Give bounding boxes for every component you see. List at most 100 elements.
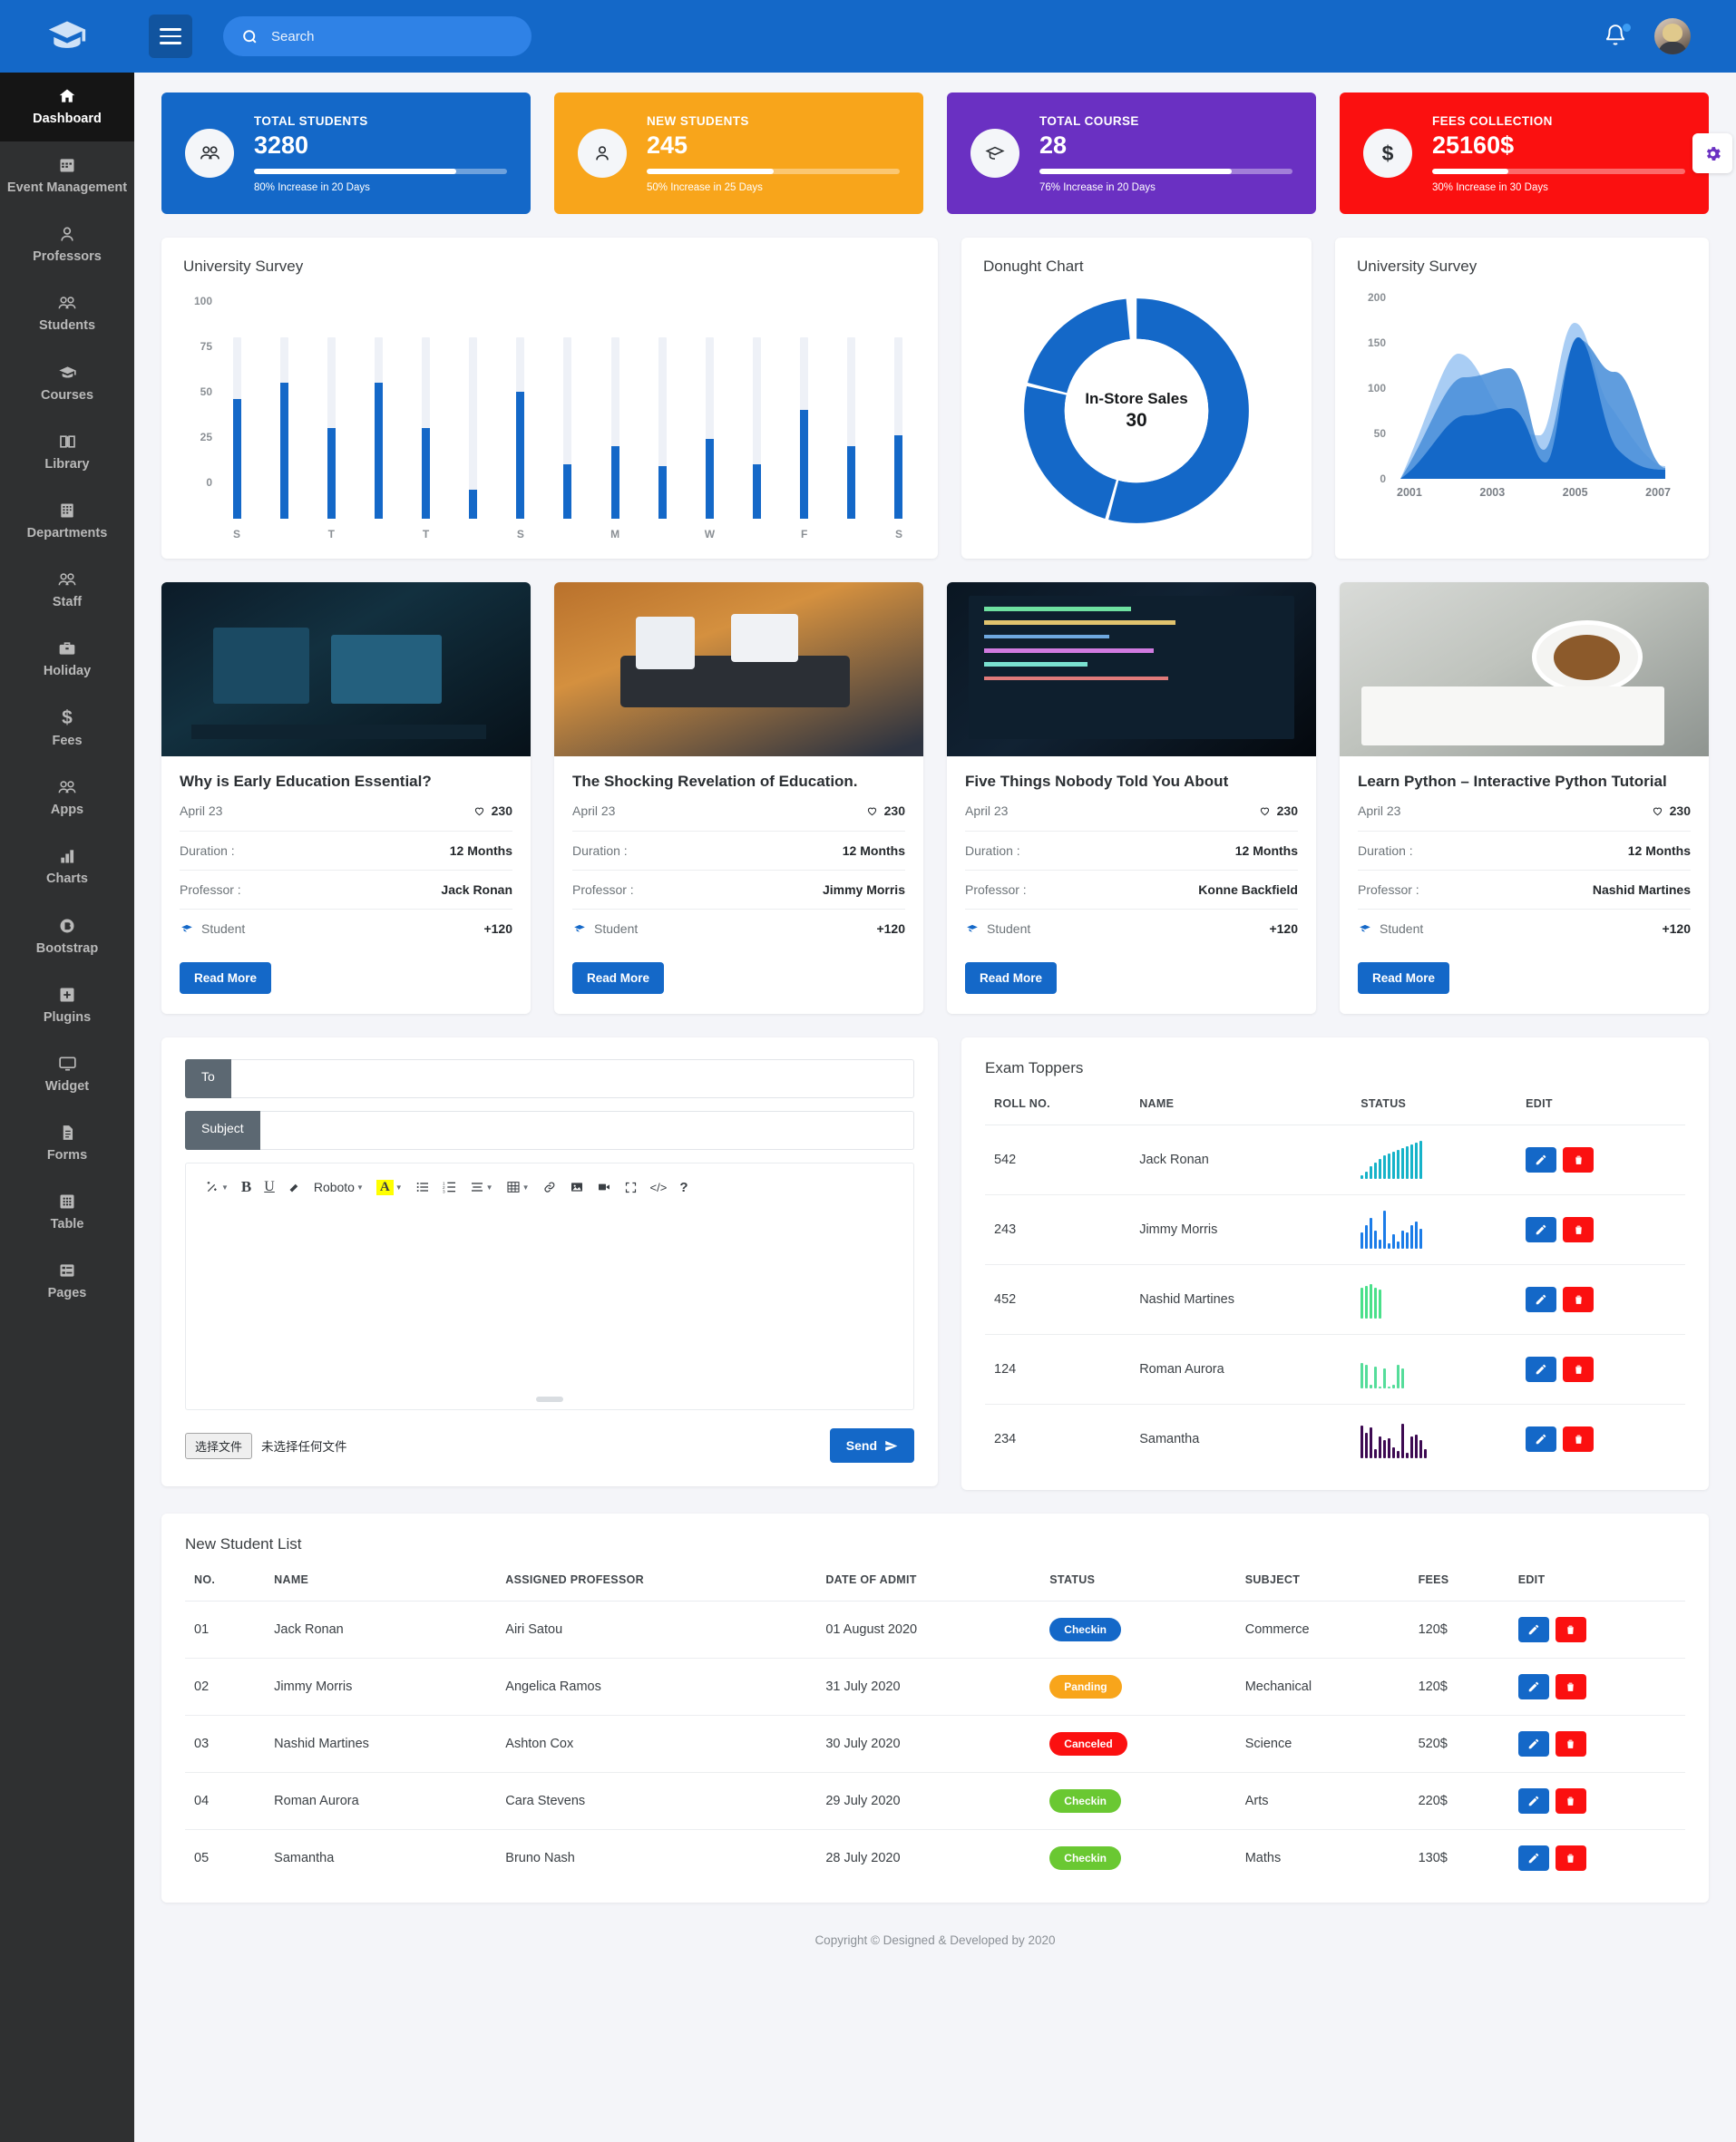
bar-column[interactable] [697,337,721,519]
sidebar-item-departments[interactable]: Departments [0,487,134,556]
student-count: +120 [1662,921,1691,936]
bar-column[interactable] [887,337,911,519]
edit-button[interactable] [1517,1788,1549,1814]
bold-icon[interactable]: B [237,1175,256,1199]
edit-button[interactable] [1526,1147,1557,1173]
delete-button[interactable] [1563,1357,1595,1382]
send-button[interactable]: Send [829,1428,914,1463]
sidebar-item-professors[interactable]: Professors [0,210,134,279]
bar-column[interactable] [840,337,863,519]
edit-button[interactable] [1526,1357,1557,1382]
link-icon[interactable] [538,1177,561,1197]
editor-content[interactable] [186,1211,913,1397]
code-icon[interactable]: </> [646,1178,672,1197]
course-duration-row: Duration : 12 Months [572,831,905,870]
bar-column[interactable] [366,337,390,519]
bar-column[interactable] [603,337,627,519]
delete-button[interactable] [1563,1217,1595,1242]
to-input[interactable] [230,1059,914,1098]
edit-button[interactable] [1526,1287,1557,1312]
read-more-button[interactable]: Read More [965,962,1058,994]
bar-column[interactable] [650,337,674,519]
new-student-list-card: New Student List NO. NAME ASSIGNED PROFESS… [161,1514,1709,1903]
fullscreen-icon[interactable] [619,1178,642,1197]
subject-input[interactable] [259,1111,914,1150]
ordered-list-icon[interactable]: 123 [438,1177,462,1197]
edit-button[interactable] [1517,1731,1549,1757]
edit-button[interactable] [1517,1845,1549,1871]
text-color-icon[interactable]: A ▼ [372,1177,407,1198]
brand-logo[interactable] [0,0,134,73]
read-more-button[interactable]: Read More [180,962,272,994]
bar-column[interactable] [509,337,532,519]
sidebar-item-plugins[interactable]: Plugins [0,971,134,1040]
delete-button[interactable] [1555,1788,1586,1814]
help-icon[interactable]: ? [675,1177,692,1198]
bar-column[interactable] [272,337,296,519]
settings-button[interactable] [1692,133,1732,173]
sidebar-item-charts[interactable]: Charts [0,832,134,901]
editor-resize-handle[interactable] [536,1397,563,1402]
sidebar-item-staff[interactable]: Staff [0,556,134,625]
notifications-button[interactable] [1604,23,1631,50]
sidebar-item-event-management[interactable]: Event Management [0,141,134,210]
bar-column[interactable] [793,337,816,519]
sidebar-item-holiday[interactable]: Holiday [0,625,134,694]
font-family-icon[interactable]: Roboto ▼ [309,1177,368,1197]
bar-column[interactable] [746,337,769,519]
sidebar-item-courses[interactable]: Courses [0,349,134,418]
like-count[interactable]: 230 [1258,803,1298,818]
sidebar-item-forms[interactable]: Forms [0,1109,134,1178]
bar-column[interactable] [319,337,343,519]
sidebar-item-students[interactable]: Students [0,279,134,348]
like-count[interactable]: 230 [865,803,905,818]
sidebar-item-bootstrap[interactable]: Bootstrap [0,902,134,971]
bar-column[interactable] [225,337,249,519]
sidebar-item-label: Pages [47,1286,87,1301]
search-input[interactable]: Search [223,16,532,56]
sidebar-item-widget[interactable]: Widget [0,1040,134,1109]
bar-chart-y-axis: 0 25 50 75 100 [183,295,219,519]
eraser-icon[interactable] [283,1178,306,1197]
unordered-list-icon[interactable] [411,1177,434,1197]
chevron-down-icon: ▼ [522,1183,530,1192]
read-more-button[interactable]: Read More [572,962,665,994]
bar-column[interactable] [462,337,485,519]
menu-toggle-button[interactable] [149,15,192,58]
video-icon[interactable] [592,1177,616,1197]
delete-button[interactable] [1563,1426,1595,1452]
sidebar-item-pages[interactable]: Pages [0,1247,134,1316]
delete-button[interactable] [1563,1287,1595,1312]
sidebar-item-fees[interactable]: $ Fees [0,694,134,764]
bar-chart-tick: 75 [200,340,212,353]
edit-button[interactable] [1526,1217,1557,1242]
choose-file-button[interactable]: 选择文件 [185,1432,253,1459]
like-count[interactable]: 230 [1651,803,1691,818]
table-icon[interactable]: ▼ [502,1177,534,1197]
edit-button[interactable] [1526,1426,1557,1452]
magic-wand-icon[interactable]: ▼ [200,1177,233,1197]
sidebar-item-dashboard[interactable]: Dashboard [0,73,134,142]
grid-icon [58,1193,76,1211]
delete-button[interactable] [1555,1617,1586,1642]
align-icon[interactable]: ▼ [465,1177,498,1197]
bar-chart-tick: 50 [200,385,212,398]
bar-column[interactable] [556,337,580,519]
bar-column[interactable] [414,337,438,519]
delete-button[interactable] [1563,1147,1595,1173]
image-icon[interactable] [565,1177,589,1197]
delete-button[interactable] [1555,1845,1586,1871]
underline-icon[interactable]: U [259,1176,279,1198]
edit-button[interactable] [1517,1617,1549,1642]
attachment-field[interactable]: 选择文件 未选择任何文件 [185,1432,347,1459]
sidebar-item-library[interactable]: Library [0,418,134,487]
avatar[interactable] [1654,18,1691,54]
delete-button[interactable] [1555,1674,1586,1699]
read-more-button[interactable]: Read More [1358,962,1450,994]
sidebar-item-table[interactable]: Table [0,1178,134,1247]
edit-button[interactable] [1517,1674,1549,1699]
column-header: NO. [185,1553,266,1602]
delete-button[interactable] [1555,1731,1586,1757]
like-count[interactable]: 230 [473,803,512,818]
sidebar-item-apps[interactable]: Apps [0,764,134,832]
